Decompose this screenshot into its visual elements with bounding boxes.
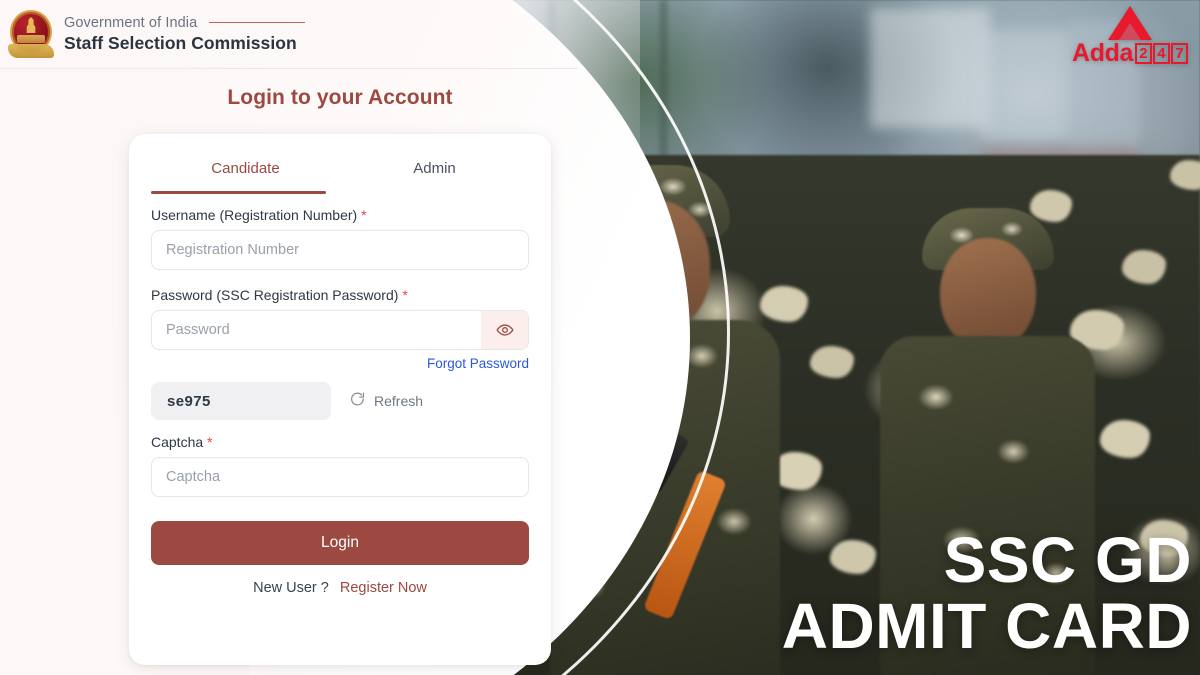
captcha-required-marker: *: [207, 434, 213, 450]
header-text: Government of India Staff Selection Comm…: [64, 14, 306, 54]
adda247-digit: 7: [1170, 43, 1188, 64]
new-user-row: New User ? Register Now: [151, 580, 529, 596]
adda247-digit: 4: [1152, 43, 1170, 64]
page-title: Login to your Account: [0, 86, 680, 110]
page-title-text: Login to your Account: [227, 86, 453, 109]
password-group: Password (SSC Registration Password) * F…: [151, 287, 529, 371]
password-input-wrapper: [151, 310, 529, 350]
captcha-group: Captcha *: [151, 434, 529, 497]
refresh-captcha-button[interactable]: Refresh: [349, 391, 423, 411]
adda247-arrow-mark: [1108, 6, 1152, 40]
banner-title-line2: ADMIT CARD: [781, 589, 1192, 662]
captcha-input[interactable]: [151, 457, 529, 497]
screenshot-root: Government of India Staff Selection Comm…: [0, 0, 1200, 675]
username-required-marker: *: [361, 207, 367, 223]
adda247-digits: 2 4 7: [1134, 43, 1188, 64]
password-required-marker: *: [402, 287, 408, 303]
login-button[interactable]: Login: [151, 521, 529, 565]
register-now-link[interactable]: Register Now: [340, 580, 427, 596]
banner-title: SSC GD ADMIT CARD: [782, 528, 1192, 659]
tab-admin-label: Admin: [413, 159, 456, 177]
captcha-code: se975: [151, 382, 331, 420]
password-input[interactable]: [151, 310, 529, 350]
captcha-label-text: Captcha: [151, 434, 204, 450]
tab-admin[interactable]: Admin: [340, 134, 529, 190]
organisation-name: Staff Selection Commission: [64, 32, 297, 53]
new-user-label: New User ?: [253, 580, 329, 596]
adda247-name: Adda: [1072, 39, 1133, 67]
forgot-password-link[interactable]: Forgot Password: [151, 356, 529, 371]
password-label: Password (SSC Registration Password) *: [151, 287, 529, 303]
header-rule: [209, 21, 306, 24]
username-label: Username (Registration Number) *: [151, 207, 529, 223]
government-of-india-label: Government of India: [64, 14, 198, 31]
eye-icon[interactable]: [481, 311, 528, 349]
refresh-icon: [349, 391, 366, 411]
username-input[interactable]: [151, 230, 529, 270]
adda247-digit: 2: [1134, 43, 1152, 64]
ssc-emblem-icon: [8, 8, 54, 60]
header-divider: [0, 68, 578, 69]
tab-candidate[interactable]: Candidate: [151, 134, 340, 194]
adda247-logo-icon: Adda 2 4 7: [1072, 6, 1188, 67]
password-label-text: Password (SSC Registration Password): [151, 287, 399, 303]
captcha-code-row: se975 Refresh: [151, 382, 529, 420]
login-tabs: Candidate Admin: [151, 134, 529, 194]
refresh-label: Refresh: [374, 393, 424, 409]
username-group: Username (Registration Number) *: [151, 207, 529, 270]
login-card: Candidate Admin Username (Registration N…: [129, 134, 551, 665]
banner-title-line1: SSC GD: [943, 524, 1192, 597]
adda247-wordmark: Adda 2 4 7: [1072, 39, 1188, 67]
soldier-head: [940, 238, 1036, 350]
username-label-text: Username (Registration Number): [151, 207, 358, 223]
captcha-label: Captcha *: [151, 434, 529, 450]
site-header: Government of India Staff Selection Comm…: [0, 0, 580, 68]
tab-candidate-label: Candidate: [211, 159, 280, 177]
